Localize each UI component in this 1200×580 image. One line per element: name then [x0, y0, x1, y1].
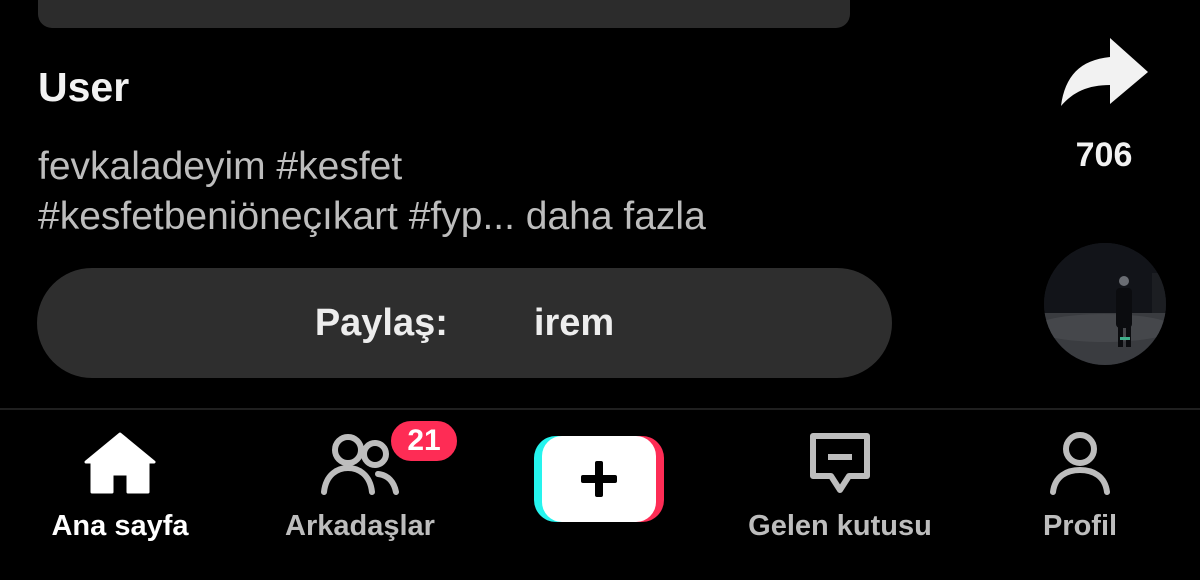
video-caption: fevkaladeyim #kesfet #kesfetbeniöneçıkar…: [38, 142, 1018, 242]
share-to-button[interactable]: Paylaş: irem: [37, 268, 892, 378]
friends-badge: 21: [388, 418, 460, 464]
music-disc-image: [1044, 243, 1166, 365]
share-action[interactable]: 706: [1058, 36, 1150, 176]
nav-profile-label: Profil: [1042, 510, 1118, 542]
music-disc-avatar[interactable]: [1044, 243, 1166, 365]
nav-friends[interactable]: 21 Arkadaşlar: [250, 410, 470, 580]
create-button[interactable]: [534, 436, 664, 522]
caption-line-1: fevkaladeyim #kesfet: [38, 145, 403, 188]
home-icon: [84, 432, 156, 494]
video-username[interactable]: User: [38, 64, 129, 111]
share-arrow-icon: [1061, 38, 1148, 106]
bottom-nav: Ana sayfa 21 Arkadaşlar Gelen kutusu Pro…: [0, 410, 1200, 580]
plus-icon: [581, 461, 617, 497]
profile-icon: [1050, 432, 1110, 495]
nav-home[interactable]: Ana sayfa: [10, 410, 230, 580]
more-link[interactable]: daha fazla: [526, 195, 706, 238]
nav-home-label: Ana sayfa: [51, 510, 189, 542]
nav-inbox[interactable]: Gelen kutusu: [730, 410, 950, 580]
caption-line-2: #kesfetbeniöneçıkart #fyp... daha fazla: [38, 192, 1018, 242]
caption-line-2-text: #kesfetbeniöneçıkart #fyp...: [38, 195, 515, 238]
nav-inbox-label: Gelen kutusu: [748, 510, 932, 542]
share-prefix: Paylaş:: [314, 301, 448, 344]
top-panel-edge: [38, 0, 850, 28]
share-count: 706: [1075, 136, 1133, 174]
nav-friends-label: Arkadaşlar: [285, 510, 435, 542]
nav-profile[interactable]: Profil: [970, 410, 1190, 580]
inbox-icon: [810, 433, 870, 493]
share-recipient-name: irem: [533, 301, 615, 344]
